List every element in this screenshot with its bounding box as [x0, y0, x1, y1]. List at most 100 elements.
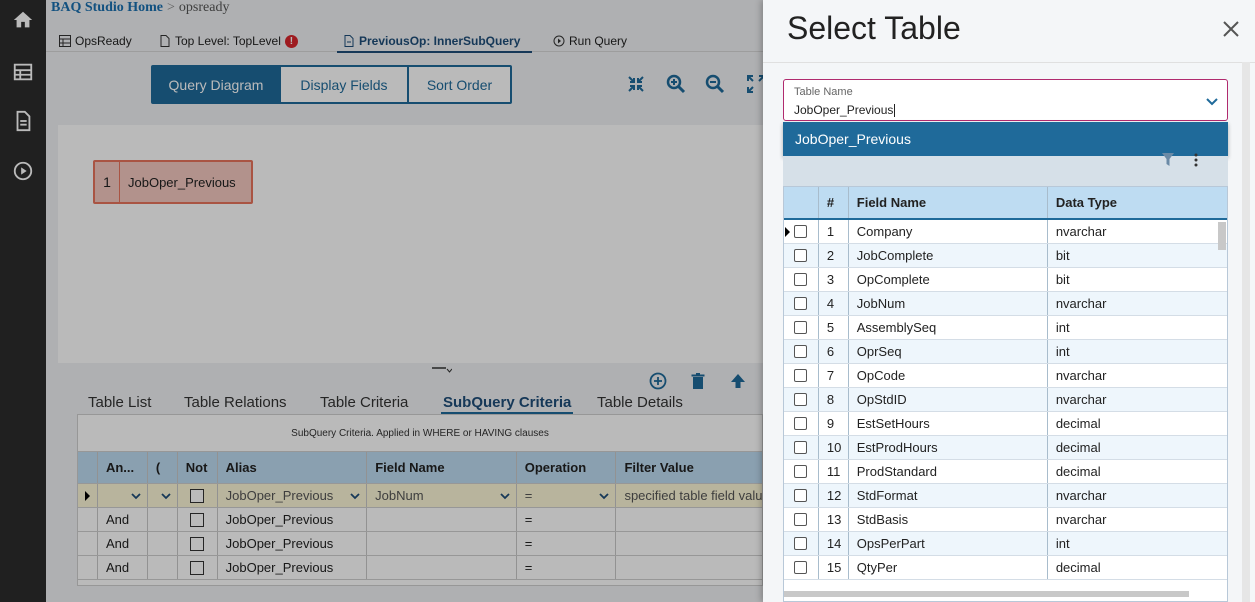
row-select-cell[interactable]: [784, 340, 819, 363]
filter-value-cell[interactable]: specified table field value: [616, 484, 762, 507]
row-select-cell[interactable]: [784, 532, 819, 555]
table-row[interactable]: And JobOper_Previous =: [78, 556, 762, 580]
row-select-cell[interactable]: [784, 316, 819, 339]
tab-table-list[interactable]: Table List: [88, 394, 151, 411]
tab-subquery-criteria[interactable]: SubQuery Criteria: [440, 394, 574, 415]
query-diagram-canvas[interactable]: 1 JobOper_Previous: [58, 125, 763, 363]
table-row[interactable]: 11 ProdStandard decimal: [784, 460, 1227, 484]
row-select-cell[interactable]: [784, 292, 819, 315]
report-document-icon[interactable]: [10, 108, 36, 134]
table-row[interactable]: 10 EstProdHours decimal: [784, 436, 1227, 460]
display-fields-button[interactable]: Display Fields: [281, 67, 409, 102]
table-row[interactable]: And JobOper_Previous =: [78, 532, 762, 556]
paren-cell[interactable]: [148, 508, 178, 531]
collapse-icon[interactable]: [626, 74, 646, 94]
table-row[interactable]: 2 JobComplete bit: [784, 244, 1227, 268]
not-checkbox[interactable]: [178, 556, 218, 579]
row-select-cell[interactable]: [784, 460, 819, 483]
diagram-table-node[interactable]: 1 JobOper_Previous: [93, 160, 253, 204]
table-name-input[interactable]: JobOper_Previous: [794, 103, 895, 117]
table-row[interactable]: 9 EstSetHours decimal: [784, 412, 1227, 436]
operation-cell[interactable]: =: [517, 556, 617, 579]
andor-cell[interactable]: And: [98, 556, 148, 579]
delete-trash-icon[interactable]: [689, 372, 707, 392]
not-checkbox[interactable]: [178, 508, 218, 531]
row-checkbox[interactable]: [794, 225, 807, 238]
row-checkbox[interactable]: [794, 441, 807, 454]
play-circle-icon[interactable]: [10, 158, 36, 184]
row-select-cell[interactable]: [784, 388, 819, 411]
row-checkbox[interactable]: [794, 345, 807, 358]
query-diagram-button[interactable]: Query Diagram: [153, 67, 281, 102]
table-row[interactable]: 3 OpComplete bit: [784, 268, 1227, 292]
andor-cell[interactable]: And: [98, 532, 148, 555]
row-select-cell[interactable]: [784, 244, 819, 267]
row-checkbox[interactable]: [794, 489, 807, 502]
row-select-cell[interactable]: [784, 412, 819, 435]
not-checkbox[interactable]: [178, 532, 218, 555]
andor-dropdown[interactable]: [98, 484, 148, 507]
column-header-data-type[interactable]: Data Type: [1048, 187, 1227, 218]
column-header-alias[interactable]: Alias: [218, 452, 368, 483]
row-select-cell[interactable]: [784, 508, 819, 531]
operation-cell[interactable]: =: [517, 532, 617, 555]
column-header-field-name[interactable]: Field Name: [849, 187, 1048, 218]
tab-previousop[interactable]: PreviousOp: InnerSubQuery: [336, 32, 533, 53]
table-row[interactable]: And JobOper_Previous =: [78, 508, 762, 532]
row-checkbox[interactable]: [794, 537, 807, 550]
tab-table-criteria[interactable]: Table Criteria: [320, 394, 408, 411]
table-row[interactable]: 1 Company nvarchar: [784, 220, 1227, 244]
column-header-not[interactable]: Not: [178, 452, 218, 483]
table-row[interactable]: 12 StdFormat nvarchar: [784, 484, 1227, 508]
breadcrumb-home-link[interactable]: BAQ Studio Home: [51, 0, 163, 15]
row-select-cell[interactable]: [784, 220, 819, 243]
fields-vertical-scrollbar[interactable]: [1218, 222, 1226, 250]
row-checkbox[interactable]: [794, 393, 807, 406]
table-name-combobox[interactable]: Table Name JobOper_Previous: [783, 79, 1228, 121]
row-select-cell[interactable]: [784, 556, 819, 579]
filter-icon[interactable]: [1161, 152, 1175, 168]
close-icon[interactable]: [1221, 19, 1241, 39]
zoom-out-icon[interactable]: [705, 74, 725, 94]
column-header-number[interactable]: #: [819, 187, 849, 218]
table-row[interactable]: 14 OpsPerPart int: [784, 532, 1227, 556]
row-checkbox[interactable]: [794, 513, 807, 526]
operation-dropdown[interactable]: =: [517, 484, 617, 507]
zoom-in-icon[interactable]: [666, 74, 686, 94]
table-row[interactable]: 7 OpCode nvarchar: [784, 364, 1227, 388]
table-option-item[interactable]: JobOper_Previous: [783, 122, 1228, 156]
fields-horizontal-scrollbar[interactable]: [784, 591, 1189, 597]
table-row[interactable]: 15 QtyPer decimal: [784, 556, 1227, 580]
alias-cell[interactable]: JobOper_Previous: [218, 532, 368, 555]
filter-value-cell[interactable]: [616, 532, 762, 555]
row-checkbox[interactable]: [794, 465, 807, 478]
field-name-cell[interactable]: [367, 532, 517, 555]
row-checkbox[interactable]: [794, 417, 807, 430]
alias-cell[interactable]: JobOper_Previous: [218, 508, 368, 531]
more-options-icon[interactable]: [1189, 152, 1203, 168]
table-row[interactable]: JobOper_Previous JobNum = specified tabl…: [78, 484, 762, 508]
row-checkbox[interactable]: [794, 273, 807, 286]
row-select-cell[interactable]: [784, 268, 819, 291]
table-row[interactable]: 8 OpStdID nvarchar: [784, 388, 1227, 412]
paren-cell[interactable]: [148, 532, 178, 555]
operation-cell[interactable]: =: [517, 508, 617, 531]
panel-splitter-handle[interactable]: [432, 362, 453, 373]
row-select-cell[interactable]: [784, 364, 819, 387]
tab-table-relations[interactable]: Table Relations: [184, 394, 287, 411]
table-row[interactable]: 6 OprSeq int: [784, 340, 1227, 364]
tab-table-details[interactable]: Table Details: [597, 394, 683, 411]
home-icon[interactable]: [10, 7, 36, 33]
table-grid-icon[interactable]: [10, 59, 36, 85]
row-checkbox[interactable]: [794, 297, 807, 310]
tab-opsready[interactable]: OpsReady: [59, 32, 132, 50]
tab-top-level[interactable]: Top Level: TopLevel !: [159, 32, 298, 50]
table-row[interactable]: 5 AssemblySeq int: [784, 316, 1227, 340]
table-row[interactable]: 4 JobNum nvarchar: [784, 292, 1227, 316]
filter-value-cell[interactable]: [616, 508, 762, 531]
column-header-operation[interactable]: Operation: [517, 452, 617, 483]
field-name-cell[interactable]: [367, 508, 517, 531]
paren-cell[interactable]: [148, 556, 178, 579]
tab-run-query[interactable]: Run Query: [553, 32, 627, 50]
column-header-andor[interactable]: An...: [98, 452, 148, 483]
